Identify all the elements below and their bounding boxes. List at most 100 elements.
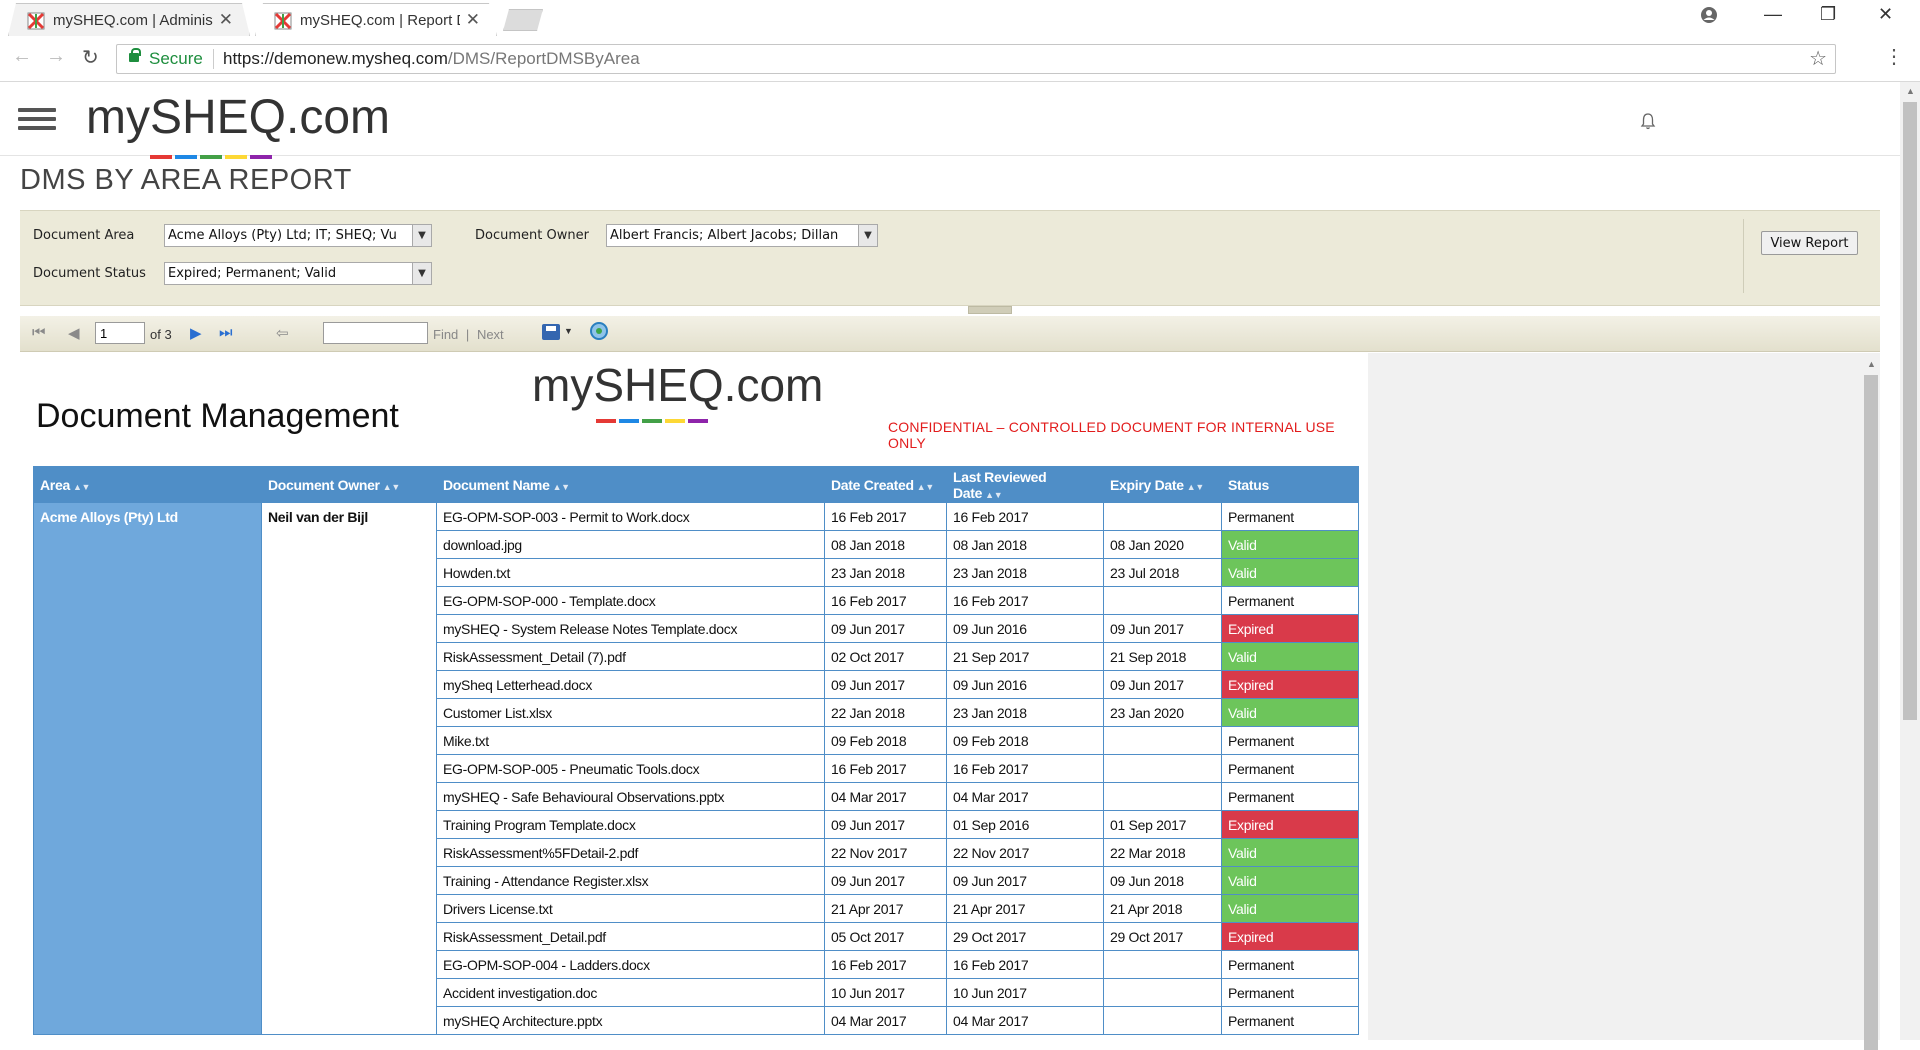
document-area-select[interactable]: Acme Alloys (Pty) Ltd; IT; SHEQ; Vu ▼ [164,224,432,247]
browser-menu-icon[interactable]: ⋮ [1884,44,1904,69]
expiry-date-cell [1103,726,1222,755]
reload-icon[interactable]: ↻ [82,45,99,70]
document-name-cell[interactable]: RiskAssessment_Detail.pdf [436,922,825,951]
last-reviewed-cell: 16 Feb 2017 [946,950,1104,979]
document-name-cell[interactable]: EG-OPM-SOP-005 - Pneumatic Tools.docx [436,754,825,783]
mysheq-favicon-icon [27,12,45,30]
column-header-owner[interactable]: Document Owner ▲▼ [261,466,437,503]
column-header-label: Document Name [443,476,550,493]
document-table: Area ▲▼ Document Owner ▲▼ Document Name ▲▼ … [33,466,1359,1035]
browser-tab-administration[interactable]: mySHEQ.com | Administr ✕ [8,3,250,36]
sort-icon[interactable]: ▲▼ [1187,482,1205,492]
sort-icon[interactable]: ▲▼ [917,482,935,492]
find-link[interactable]: Find [433,327,458,342]
first-page-icon[interactable]: ⏮ [32,324,46,341]
chevron-down-icon[interactable]: ▼ [412,225,431,246]
report-logo: mySHEQ.com [532,359,824,411]
restore-icon[interactable]: ❐ [1820,4,1836,25]
status-badge: Permanent [1221,726,1359,755]
report-scrollbar[interactable]: ▲ [1862,357,1880,1050]
chevron-down-icon[interactable]: ▼ [858,225,877,246]
scroll-up-icon[interactable]: ▲ [1867,359,1876,369]
document-name-cell[interactable]: EG-OPM-SOP-000 - Template.docx [436,586,825,615]
page-title: DMS BY AREA REPORT [20,164,352,196]
column-header-expiry[interactable]: Expiry Date ▲▼ [1103,466,1222,503]
document-name-cell[interactable]: Training Program Template.docx [436,810,825,839]
last-reviewed-cell: 21 Sep 2017 [946,642,1104,671]
current-page-input[interactable] [95,322,145,344]
report-title: Document Management [36,397,399,435]
page-scrollbar[interactable]: ▲ [1900,82,1920,1040]
column-header-created[interactable]: Date Created ▲▼ [824,466,947,503]
close-window-icon[interactable]: ✕ [1878,4,1893,25]
document-name-cell[interactable]: Drivers License.txt [436,894,825,923]
sort-icon[interactable]: ▲▼ [383,482,401,492]
sort-icon[interactable]: ▲▼ [73,482,91,492]
export-save-icon[interactable] [542,324,560,340]
document-name-cell[interactable]: mySHEQ Architecture.pptx [436,1006,825,1035]
page-scroll-thumb[interactable] [1903,102,1917,720]
document-name-cell[interactable]: mySHEQ - Safe Behavioural Observations.p… [436,782,825,811]
expiry-date-cell: 01 Sep 2017 [1103,810,1222,839]
document-owner-select[interactable]: Albert Francis; Albert Jacobs; Dillan ▼ [606,224,878,247]
date-created-cell: 05 Oct 2017 [824,922,947,951]
sort-icon[interactable]: ▲▼ [985,490,1003,500]
document-name-cell[interactable]: Customer List.xlsx [436,698,825,727]
notification-bell-icon[interactable] [1640,112,1656,130]
minimize-icon[interactable]: — [1764,4,1782,25]
document-name-cell[interactable]: Howden.txt [436,558,825,587]
document-name-cell[interactable]: mySHEQ - System Release Notes Template.d… [436,614,825,643]
document-name-cell[interactable]: EG-OPM-SOP-004 - Ladders.docx [436,950,825,979]
back-icon[interactable]: ← [12,45,32,68]
find-next-link[interactable]: Next [477,327,504,342]
logo-color-bars [150,146,275,159]
document-name-cell[interactable]: Accident investigation.doc [436,978,825,1007]
chevron-down-icon[interactable]: ▼ [412,263,431,284]
logo-bar [200,155,222,159]
document-name-cell[interactable]: RiskAssessment_Detail (7).pdf [436,642,825,671]
refresh-report-icon[interactable] [590,322,608,340]
report-page: Document Management mySHEQ.com CONFIDENT… [20,353,1368,1040]
sort-icon[interactable]: ▲▼ [553,482,571,492]
column-header-name[interactable]: Document Name ▲▼ [436,466,825,503]
logo-bar [596,419,616,423]
last-reviewed-cell: 04 Mar 2017 [946,1006,1104,1035]
report-scroll-thumb[interactable] [1864,375,1878,1050]
back-to-parent-icon[interactable]: ⇦ [276,324,289,342]
last-page-icon[interactable]: ⏭ [219,324,233,341]
document-name-cell[interactable]: Training - Attendance Register.xlsx [436,866,825,895]
bookmark-star-icon[interactable]: ☆ [1809,46,1827,71]
app-logo[interactable]: mySHEQ.com [86,90,390,145]
document-status-select[interactable]: Expired; Permanent; Valid ▼ [164,262,432,285]
profile-icon[interactable] [1700,6,1718,24]
browser-toolbar: ← → ↻ Secure https://demonew.mysheq.com/… [0,36,1920,82]
close-tab-icon[interactable]: ✕ [466,10,480,30]
document-name-cell[interactable]: EG-OPM-SOP-003 - Permit to Work.docx [436,502,825,531]
scroll-up-icon[interactable]: ▲ [1906,86,1915,96]
last-reviewed-cell: 09 Jun 2016 [946,670,1104,699]
report-parameters-panel: Document Area Acme Alloys (Pty) Ltd; IT;… [20,210,1880,314]
document-name-cell[interactable]: Mike.txt [436,726,825,755]
expiry-date-cell [1103,754,1222,783]
logo-bar [175,155,197,159]
browser-tab-report[interactable]: mySHEQ.com | Report DM ✕ [255,3,497,36]
column-header-reviewed[interactable]: Last Reviewed Date ▲▼ [946,466,1104,503]
new-tab-button[interactable] [503,9,543,31]
status-badge: Permanent [1221,978,1359,1007]
find-text-input[interactable] [323,322,428,344]
view-report-button[interactable]: View Report [1761,231,1858,255]
tab-title: mySHEQ.com | Report DM [300,12,453,29]
hamburger-menu-icon[interactable] [18,108,56,130]
document-name-cell[interactable]: download.jpg [436,530,825,559]
close-tab-icon[interactable]: ✕ [219,10,233,30]
collapse-parameters-handle[interactable] [968,306,1012,314]
next-page-icon[interactable]: ▶ [190,324,202,342]
forward-icon[interactable]: → [46,45,66,68]
previous-page-icon[interactable]: ◀ [68,324,80,342]
document-name-cell[interactable]: mySheq Letterhead.docx [436,670,825,699]
column-header-area[interactable]: Area ▲▼ [33,466,262,503]
last-reviewed-cell: 08 Jan 2018 [946,530,1104,559]
export-dropdown-icon[interactable]: ▼ [564,326,573,336]
address-bar[interactable]: Secure https://demonew.mysheq.com/DMS/Re… [116,44,1836,74]
document-name-cell[interactable]: RiskAssessment%5FDetail-2.pdf [436,838,825,867]
